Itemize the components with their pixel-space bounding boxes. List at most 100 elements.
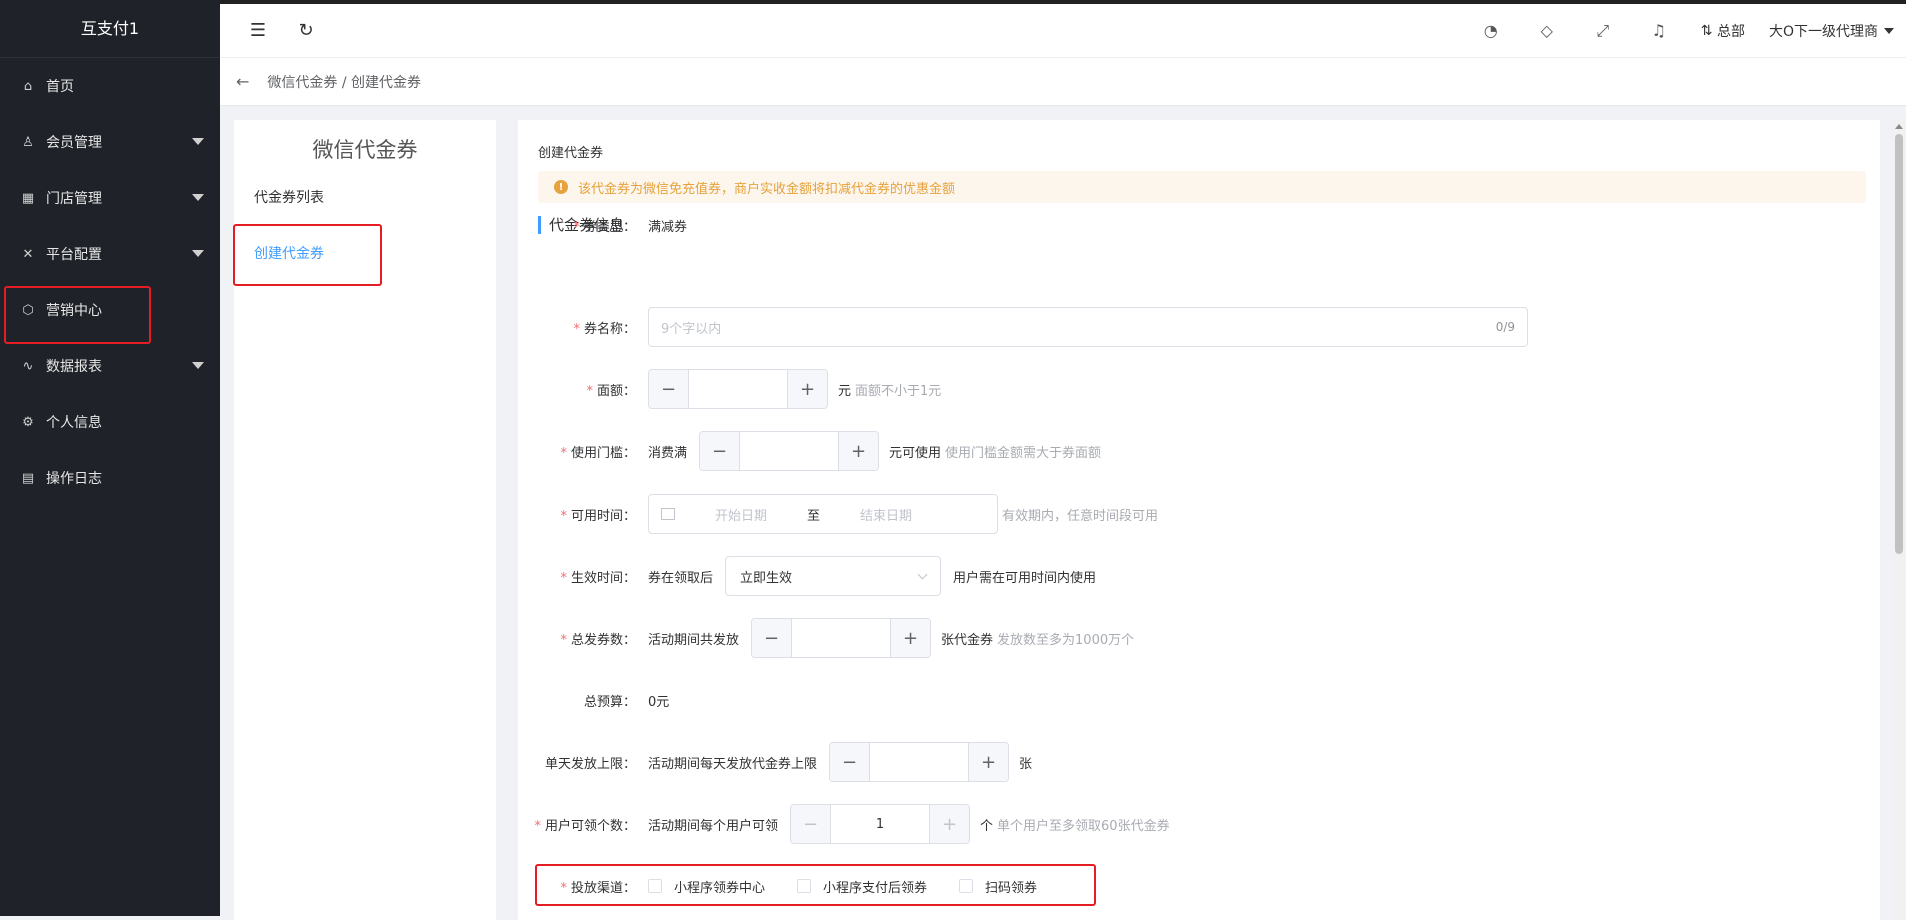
label-per-user: * 用户可领个数： <box>534 818 636 834</box>
threshold-increase-button[interactable]: + <box>838 432 879 470</box>
label-threshold: * 使用门槛： <box>560 445 636 461</box>
home-icon: ⌂ <box>23 78 33 94</box>
budget-value: 0元 <box>648 694 670 710</box>
caret-down-icon <box>1884 27 1894 34</box>
per-user-input[interactable]: 1 <box>831 805 929 843</box>
total-input[interactable] <box>792 619 890 657</box>
back-arrow-icon[interactable]: ← <box>236 72 249 91</box>
char-count: 0/9 <box>1495 320 1515 334</box>
sidebar-item-label: 操作日志 <box>46 471 102 487</box>
per-user-decrease-button[interactable]: − <box>791 805 832 843</box>
sidebar-item-label: 平台配置 <box>46 247 102 263</box>
caret-down-icon <box>192 362 204 369</box>
daily-decrease-button[interactable]: − <box>830 743 871 781</box>
row-daily: 单天发放上限： 活动期间每天发放代金券上限 − + 张 <box>518 742 1880 782</box>
channel-checkbox-miniapp-center[interactable]: 小程序领券中心 <box>648 877 765 896</box>
label-budget: 总预算： <box>583 694 636 710</box>
checkbox-box[interactable] <box>797 879 812 893</box>
effective-select[interactable]: 立即生效 <box>725 556 942 596</box>
channel-checkbox-after-pay[interactable]: 小程序支付后领券 <box>797 877 927 896</box>
label-time: * 可用时间： <box>560 508 636 524</box>
cube-icon: ⬡ <box>22 302 34 318</box>
threshold-decrease-button[interactable]: − <box>700 432 741 470</box>
amount-stepper: − + <box>648 369 828 409</box>
org-switch[interactable]: ⇅ 总部 <box>1701 21 1745 41</box>
row-threshold: * 使用门槛： 消费满 − + 元可使用 使用门槛金额需大于券面额 <box>518 431 1880 471</box>
total-decrease-button[interactable]: − <box>752 619 793 657</box>
effective-prefix: 券在领取后 <box>648 570 714 586</box>
amount-input[interactable] <box>689 370 787 408</box>
per-user-unit: 个 <box>980 818 994 834</box>
amount-increase-button[interactable]: + <box>787 370 827 408</box>
row-name: * 券名称： 9个字以内 0/9 <box>518 307 1880 347</box>
sidebar-item-label: 个人信息 <box>46 415 102 431</box>
checkbox-box[interactable] <box>959 879 974 893</box>
sidebar-item-6[interactable]: ⚙ 个人信息 <box>0 394 220 450</box>
store-icon: ▦ <box>21 190 35 206</box>
checkbox-box[interactable] <box>648 879 662 893</box>
daily-input[interactable] <box>870 743 968 781</box>
user-icon: ♙ <box>22 134 34 150</box>
type-value: 满减券 <box>648 219 688 235</box>
coupon-nav-title: 微信代金券 <box>312 138 418 162</box>
sidebar-item-7[interactable]: ▤ 操作日志 <box>0 450 220 506</box>
daily-increase-button[interactable]: + <box>968 743 1009 781</box>
tag-icon[interactable]: ◇ <box>1529 21 1565 40</box>
sidebar-item-4[interactable]: ⬡ 营销中心 <box>0 282 220 338</box>
daily-stepper: − + <box>829 742 1010 782</box>
scrollbar-thumb[interactable] <box>1895 134 1903 554</box>
caret-down-icon <box>192 194 204 201</box>
row-budget: 总预算： 0元 <box>518 680 1880 720</box>
total-unit: 张代金券 <box>941 632 994 648</box>
sidebar-item-5[interactable]: ∿ 数据报表 <box>0 338 220 394</box>
pulse-icon: ∿ <box>22 358 34 374</box>
sidebar-item-3[interactable]: ✕ 平台配置 <box>0 226 220 282</box>
label-amount: * 面额： <box>586 383 636 399</box>
gear-icon: ⚙ <box>22 414 34 430</box>
sidebar-item-label: 门店管理 <box>46 191 102 207</box>
warning-icon: ! <box>554 180 568 194</box>
chevron-down-icon <box>917 569 928 579</box>
coupon-name-placeholder: 9个字以内 <box>661 321 722 337</box>
breadcrumb: ← 微信代金券 / 创建代金券 <box>220 58 1906 106</box>
calendar-icon <box>661 508 675 520</box>
per-user-hint: 单个用户至多领取60张代金券 <box>997 818 1170 834</box>
row-type: * 券类型： 满减券 <box>518 205 1880 245</box>
sidebar-item-0[interactable]: ⌂ 首页 <box>0 58 220 114</box>
create-coupon-link[interactable]: 创建代金券 <box>234 226 496 282</box>
channel-checkbox-scan[interactable]: 扫码领券 <box>959 877 1037 896</box>
amount-decrease-button[interactable]: − <box>649 370 689 408</box>
per-user-stepper: − 1 + <box>790 804 971 844</box>
palette-icon[interactable]: ◔ <box>1473 21 1509 40</box>
coupon-name-input[interactable]: 9个字以内 0/9 <box>648 307 1528 347</box>
label-effective: * 生效时间： <box>560 570 636 586</box>
total-increase-button[interactable]: + <box>890 619 931 657</box>
app-title: 互支付1 <box>0 0 220 58</box>
sidebar-item-2[interactable]: ▦ 门店管理 <box>0 170 220 226</box>
row-channel: * 投放渠道： 小程序领券中心 小程序支付后领券 扫码领券 <box>518 866 1880 906</box>
effective-suffix: 用户需在可用时间内使用 <box>953 570 1097 586</box>
menu-fold-icon[interactable]: ☰ <box>248 20 268 41</box>
form-title: 创建代金券 <box>538 146 604 161</box>
user-label: 大O下一级代理商 <box>1768 23 1878 40</box>
bell-icon[interactable]: ♫ <box>1641 21 1677 40</box>
coupon-nav-panel: 微信代金券 代金券列表 创建代金券 <box>234 120 496 920</box>
caret-down-icon <box>192 250 204 257</box>
org-label: 总部 <box>1716 23 1745 40</box>
sidebar-item-label: 营销中心 <box>46 303 102 319</box>
daily-unit: 张 <box>1019 756 1033 772</box>
sidebar-item-label: 数据报表 <box>46 359 102 375</box>
sidebar-item-1[interactable]: ♙ 会员管理 <box>0 114 220 170</box>
fullscreen-icon[interactable]: ⤢ <box>1585 21 1621 41</box>
scroll-up-icon[interactable] <box>1895 124 1903 129</box>
row-effective: * 生效时间： 券在领取后 立即生效 用户需在可用时间内使用 <box>518 556 1880 596</box>
daily-prefix: 活动期间每天发放代金券上限 <box>648 756 818 772</box>
user-menu[interactable]: 大O下一级代理商 <box>1769 21 1894 41</box>
date-range-picker[interactable]: 开始日期 至 结束日期 <box>648 494 998 534</box>
per-user-increase-button[interactable]: + <box>929 805 970 843</box>
page-scrollbar[interactable] <box>1892 120 1906 920</box>
refresh-icon[interactable]: ↻ <box>296 20 316 41</box>
coupon-list-link[interactable]: 代金券列表 <box>234 170 496 226</box>
tools-icon: ✕ <box>22 246 34 262</box>
threshold-input[interactable] <box>740 432 838 470</box>
